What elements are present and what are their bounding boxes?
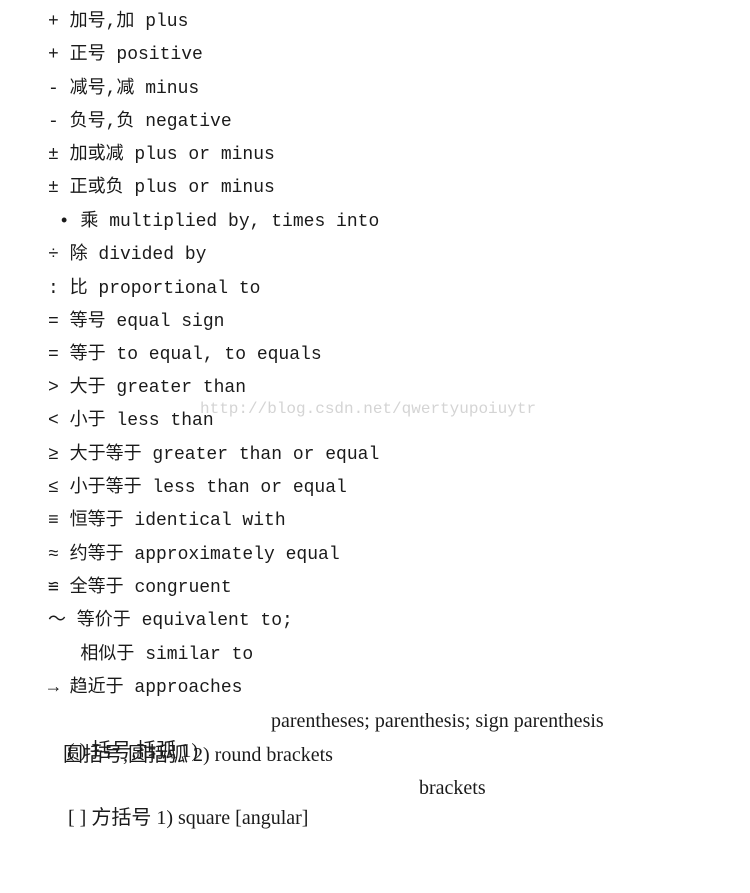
- line-proportional: : 比 proportional to: [48, 279, 261, 299]
- line-identical: ≡ 恒等于 identical with: [48, 511, 286, 531]
- line-minus: - 减号,减 minus: [48, 79, 200, 99]
- line-greater-equal: ≥ 大于等于 greater than or equal: [48, 445, 380, 465]
- line-less-equal: ≤ 小于等于 less than or equal: [48, 478, 347, 498]
- line-square-brackets: [ ] 方括号 1) square [angular] brackets: [48, 773, 486, 829]
- line-equivalent: ～ 等价于 equivalent to;: [48, 611, 293, 631]
- line-negative: - 负号,负 negative: [48, 112, 232, 132]
- line-plus: + 加号,加 plus: [48, 12, 189, 32]
- parentheses-english: parentheses; parenthesis; sign parenthes…: [271, 710, 604, 732]
- line-equal-sign: = 等号 equal sign: [48, 312, 225, 332]
- square-brackets-term: [ ] 方括号 1) square [angular]: [68, 807, 309, 829]
- line-less-than: < 小于 less than: [48, 411, 214, 431]
- line-greater-than: > 大于 greater than: [48, 378, 247, 398]
- line-parentheses: ( ) 括号,括弧 1) parentheses; parenthesis; s…: [48, 706, 604, 762]
- line-similar: 相似于 similar to: [48, 645, 254, 665]
- watermark: http://blog.csdn.net/qwertyupoiuytr: [200, 400, 537, 418]
- line-divided: ÷ 除 divided by: [48, 245, 207, 265]
- line-plus-or-minus: ± 加或减 plus or minus: [48, 145, 275, 165]
- line-equals: = 等于 to equal, to equals: [48, 345, 322, 365]
- line-multiplied: • 乘 multiplied by, times into: [48, 212, 380, 232]
- line-positive: + 正号 positive: [48, 45, 203, 65]
- line-round-brackets: 圆括号,圆括弧 2) round brackets: [48, 744, 333, 766]
- line-approx: ≈ 约等于 approximately equal: [48, 545, 340, 565]
- line-plus-or-minus-2: ± 正或负 plus or minus: [48, 178, 275, 198]
- line-congruent: ≌ 全等于 congruent: [48, 578, 232, 598]
- line-approaches: → 趋近于 approaches: [48, 678, 243, 698]
- square-brackets-english: brackets: [419, 777, 486, 799]
